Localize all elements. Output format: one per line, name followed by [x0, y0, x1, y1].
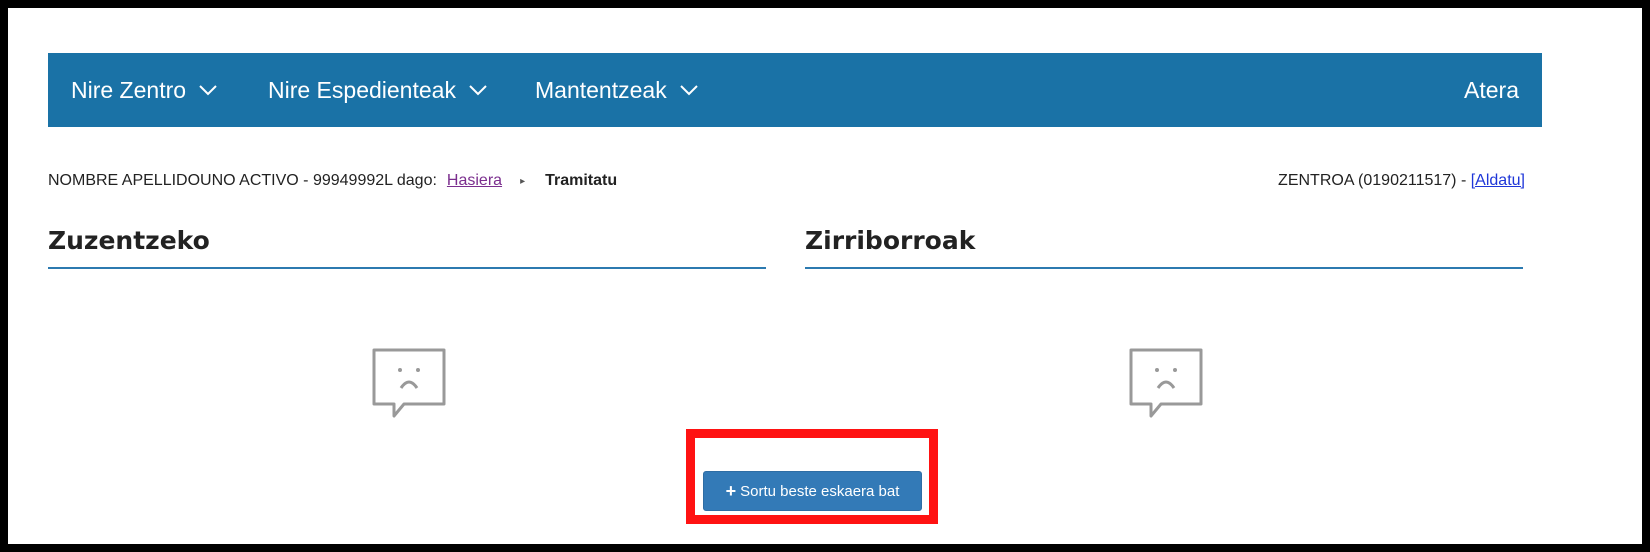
panel-title: Zuzentzeko [48, 226, 766, 269]
create-request-button[interactable]: + Sortu beste eskaera bat [703, 471, 922, 511]
sad-speech-bubble-icon [1125, 346, 1207, 418]
chevron-down-icon [679, 83, 699, 97]
panel-title: Zirriborroak [805, 226, 1523, 269]
center-label: ZENTROA (0190211517) - [1278, 172, 1471, 189]
logout-link[interactable]: Atera [1464, 53, 1519, 127]
top-navbar: Nire Zentro Nire Espedienteak Mantentzea… [48, 53, 1542, 127]
chevron-down-icon [198, 83, 218, 97]
breadcrumb: NOMBRE APELLIDOUNO ACTIVO - 99949992L da… [48, 172, 617, 190]
nav-menu-nire-espedienteak[interactable]: Nire Espedienteak [268, 53, 488, 127]
change-center-link[interactable]: [Aldatu] [1471, 172, 1525, 189]
plus-icon: + [725, 480, 737, 501]
nav-menu-label: Nire Espedienteak [268, 76, 456, 103]
panel-to-correct: Zuzentzeko [48, 226, 766, 418]
nav-menu-nire-zentro[interactable]: Nire Zentro [71, 53, 218, 127]
breadcrumb-current: Tramitatu [545, 172, 618, 189]
chevron-down-icon [468, 83, 488, 97]
screenshot-frame: Nire Zentro Nire Espedienteak Mantentzea… [0, 0, 1650, 552]
center-info: ZENTROA (0190211517) - [Aldatu] [1278, 172, 1525, 190]
user-status-text: NOMBRE APELLIDOUNO ACTIVO - 99949992L da… [48, 172, 437, 189]
create-request-label: Sortu beste eskaera bat [740, 482, 900, 500]
caret-right-icon: ▸ [520, 175, 526, 187]
sad-speech-bubble-icon [368, 346, 450, 418]
nav-menu-mantentzeak[interactable]: Mantentzeak [535, 53, 699, 127]
breadcrumb-home-link[interactable]: Hasiera [447, 172, 502, 190]
nav-menu-label: Nire Zentro [71, 76, 187, 103]
panel-drafts: Zirriborroak [805, 226, 1523, 418]
nav-menu-label: Mantentzeak [535, 76, 667, 103]
logout-label: Atera [1464, 76, 1519, 103]
